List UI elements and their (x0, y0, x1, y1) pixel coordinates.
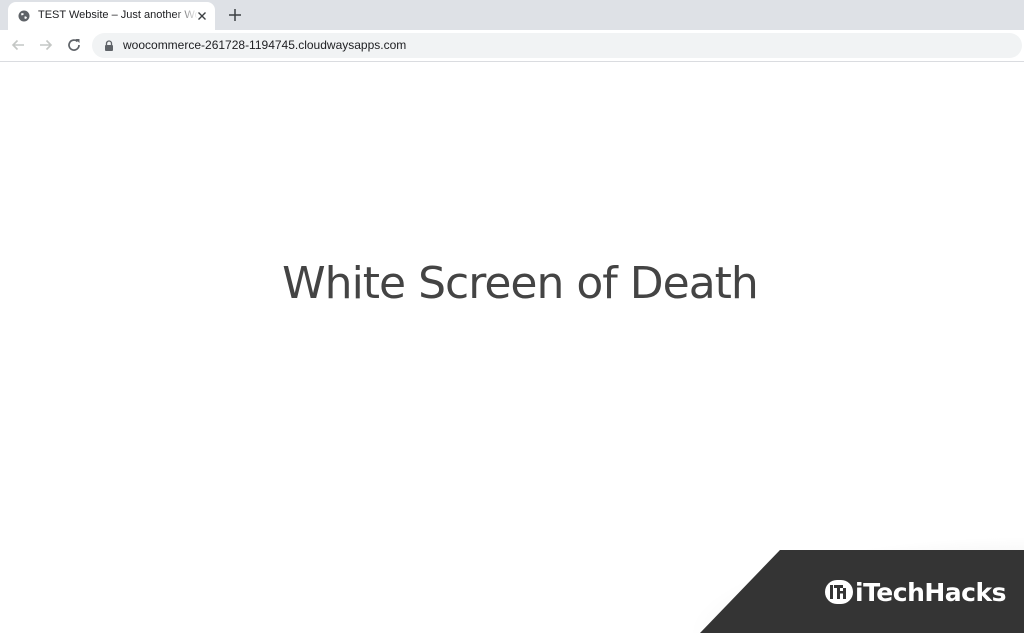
globe-icon (18, 10, 30, 22)
close-icon[interactable] (195, 9, 209, 23)
itechhacks-logo-icon (825, 580, 853, 604)
lock-icon[interactable] (104, 40, 114, 51)
watermark-brand: iTechHacks (855, 578, 1007, 607)
arrow-right-icon[interactable] (38, 37, 54, 53)
reload-icon[interactable] (66, 37, 82, 53)
url-text[interactable]: woocommerce-261728-1194745.cloudwaysapps… (123, 38, 406, 52)
browser-toolbar: woocommerce-261728-1194745.cloudwaysapps… (0, 30, 1024, 62)
page-headline: White Screen of Death (282, 258, 759, 309)
tab-strip: TEST Website – Just another WordPress si… (0, 0, 1024, 30)
plus-icon[interactable] (226, 6, 244, 24)
tab-title: TEST Website – Just another WordPress si… (38, 9, 198, 21)
browser-tab[interactable]: TEST Website – Just another WordPress si… (8, 2, 215, 30)
address-bar[interactable]: woocommerce-261728-1194745.cloudwaysapps… (92, 33, 1022, 58)
arrow-left-icon[interactable] (10, 37, 26, 53)
